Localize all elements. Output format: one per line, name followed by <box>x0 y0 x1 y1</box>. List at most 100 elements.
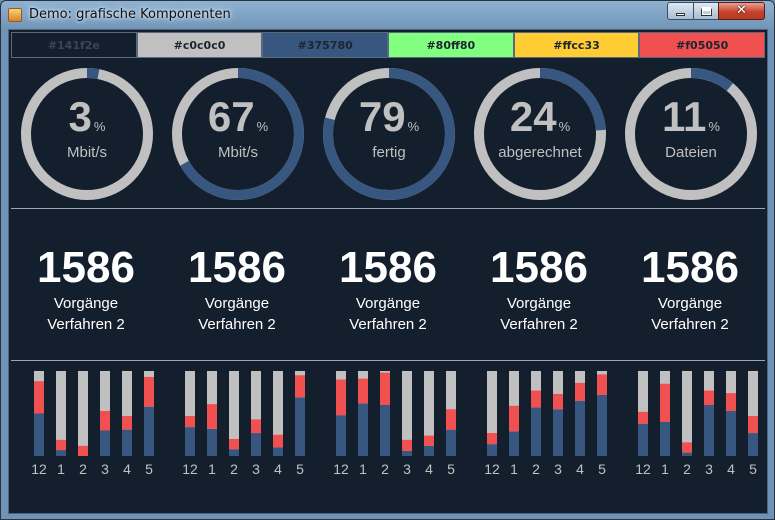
bar-series-1 <box>358 403 368 456</box>
gauge-value: 3% <box>19 96 155 148</box>
bar-tick-label: 12 <box>31 461 47 477</box>
counter-widget: 1586 Vorgänge Verfahren 2 <box>615 244 765 335</box>
bar-series-2 <box>78 445 88 456</box>
counter-label: Vorgänge <box>204 295 270 312</box>
gauge-unit-label: Dateien <box>665 144 717 161</box>
gauge-unit-label: Mbit/s <box>66 144 107 161</box>
bar-series-1 <box>424 445 434 456</box>
counter-number: 1586 <box>490 243 588 292</box>
color-swatch-bar: #141f2e #c0c0c0 #375780 #80ff80 #ffcc33 … <box>11 32 766 58</box>
bar-tick-label: 12 <box>484 461 500 477</box>
minimize-icon <box>676 12 685 16</box>
bar-series-1 <box>726 410 736 456</box>
bar-series-2 <box>748 416 758 434</box>
gauge-row: 3% Mbit/s 67% Mbit/s 79% fertig 24% abgerechnet… <box>11 60 765 208</box>
bar-series-2 <box>597 374 607 395</box>
counter-sublabel: Verfahren 2 <box>651 316 729 333</box>
counter-sublabel: Verfahren 2 <box>198 316 276 333</box>
minimize-button[interactable] <box>667 2 694 20</box>
bar-tick-label: 4 <box>727 461 735 477</box>
gauge-value: 67% <box>170 96 306 148</box>
bar-chart-svg: 12 1 2 3 4 5 <box>333 371 456 477</box>
gauge-unit-label: fertig <box>372 144 406 161</box>
close-icon: ✕ <box>736 3 747 18</box>
bar-chart-svg: 12 1 2 3 4 5 <box>484 371 607 477</box>
bar-series-2 <box>446 409 456 430</box>
bar-series-2 <box>122 416 132 430</box>
bar-tick-label: 1 <box>208 461 216 477</box>
bar-series-2 <box>144 376 154 407</box>
bar-tick-label: 12 <box>333 461 349 477</box>
bar-series-1 <box>34 413 44 456</box>
counter-number: 1586 <box>188 243 286 292</box>
bar-tick-label: 12 <box>182 461 198 477</box>
bar-tick-label: 1 <box>661 461 669 477</box>
bar-tick-label: 4 <box>123 461 131 477</box>
bar-series-1 <box>251 433 261 456</box>
bar-series-2 <box>638 411 648 424</box>
bar-series-1 <box>638 423 648 456</box>
swatch-red: #f05050 <box>639 32 766 58</box>
bar-series-1 <box>553 409 563 456</box>
bar-tick-label: 5 <box>598 461 606 477</box>
gauge-percent-sign: % <box>407 119 420 134</box>
bar-series-1 <box>660 422 670 456</box>
section-divider <box>11 360 765 361</box>
gauge-percent-sign: % <box>558 119 571 134</box>
gauge: 67% Mbit/s <box>170 66 306 202</box>
counter-number: 1586 <box>37 243 135 292</box>
gauge-number: 67 <box>207 93 255 140</box>
gauge-value: 24% <box>472 96 608 148</box>
bar-series-1 <box>402 450 412 456</box>
bar-series-1 <box>509 431 519 456</box>
bar-series-2 <box>56 439 66 451</box>
maximize-button[interactable] <box>693 2 719 20</box>
bar-series-2 <box>531 390 541 408</box>
gauge-percent-sign: % <box>708 119 720 134</box>
close-button[interactable]: ✕ <box>718 2 765 20</box>
bar-chart: 12 1 2 3 4 5 <box>625 370 765 480</box>
title-bar[interactable]: Demo: grafische Komponenten ✕ <box>1 1 774 29</box>
gauge-unit-label: abgerechnet <box>498 144 582 161</box>
bar-series-1 <box>575 400 585 456</box>
bar-series-1 <box>185 427 195 456</box>
bar-series-1 <box>380 405 390 456</box>
gauge-percent-sign: % <box>256 119 269 134</box>
bar-tick-label: 2 <box>79 461 87 477</box>
bar-series-2 <box>380 372 390 405</box>
bar-tick-label: 3 <box>403 461 411 477</box>
bar-tick-label: 4 <box>576 461 584 477</box>
app-window: Demo: grafische Komponenten ✕ #141f2e #c… <box>0 0 775 520</box>
bar-chart: 12 1 2 3 4 5 <box>323 370 463 480</box>
bar-tick-label: 1 <box>359 461 367 477</box>
gauge-unit-label: Mbit/s <box>217 144 258 161</box>
counter-widget: 1586 Vorgänge Verfahren 2 <box>11 244 161 335</box>
bar-series-1 <box>531 407 541 456</box>
gauge-number: 11 <box>662 93 707 140</box>
bar-tick-label: 2 <box>532 461 540 477</box>
counter-number: 1586 <box>339 243 437 292</box>
bar-series-2 <box>34 381 44 414</box>
bar-series-2 <box>682 442 692 453</box>
gauge-number: 24 <box>509 93 557 140</box>
bar-tick-label: 3 <box>252 461 260 477</box>
bar-tick-label: 1 <box>57 461 65 477</box>
bar-chart: 12 1 2 3 4 5 <box>474 370 614 480</box>
bar-chart: 12 1 2 3 4 5 <box>172 370 312 480</box>
bar-series-1 <box>207 428 217 456</box>
bar-series-1 <box>144 406 154 456</box>
bar-series-1 <box>597 394 607 456</box>
bar-tick-label: 5 <box>749 461 757 477</box>
bar-tick-label: 5 <box>145 461 153 477</box>
bar-series-2 <box>726 393 736 411</box>
counter-number: 1586 <box>641 243 739 292</box>
counter-label: Vorgänge <box>355 295 421 312</box>
gauge-value: 79% <box>321 96 457 148</box>
gauge-percent-sign: % <box>93 119 106 134</box>
bar-series-1 <box>295 397 305 456</box>
bar-series-2 <box>553 393 563 410</box>
java-app-icon[interactable] <box>8 8 22 22</box>
window-title: Demo: grafische Komponenten <box>29 7 231 22</box>
bar-tick-label: 2 <box>683 461 691 477</box>
bar-tick-label: 4 <box>274 461 282 477</box>
